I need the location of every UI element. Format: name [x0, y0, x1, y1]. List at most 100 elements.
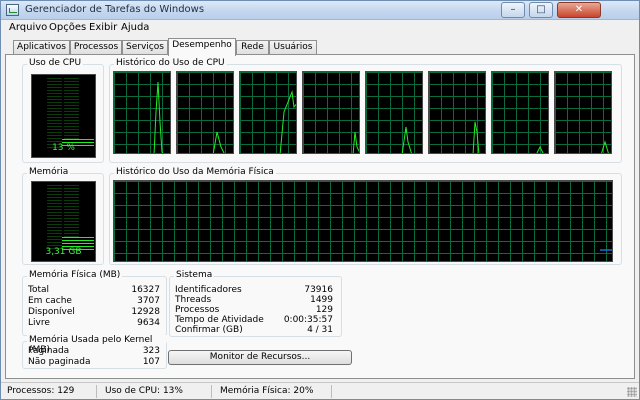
physical-memory-label: Memória Física (MB): [27, 270, 123, 280]
title-bar[interactable]: Gerenciador de Tarefas do Windows – □ ✕: [1, 1, 639, 20]
physical-memory-free-value: 9634: [137, 318, 160, 328]
physical-memory-available-label: Disponível: [28, 307, 75, 317]
tab-servicos[interactable]: Serviços: [122, 40, 168, 55]
cpu-core-graph: [302, 71, 360, 154]
memory-usage-group: Memória 3,31 GB: [22, 167, 104, 265]
cpu-core-plot: [472, 121, 480, 153]
system-handles-value: 73916: [304, 285, 333, 295]
cpu-core-plot: [601, 140, 609, 153]
cpu-core-graph: [554, 71, 612, 154]
cpu-core-graph: [365, 71, 423, 154]
menu-arquivo[interactable]: Arquivo: [9, 22, 47, 33]
cpu-core-trace: [352, 131, 359, 153]
kernel-paged-value: 323: [142, 346, 160, 356]
status-bar: Processos: 129 Uso de CPU: 13% Memória F…: [1, 382, 639, 399]
status-separator: [96, 385, 97, 398]
cpu-core-trace: [536, 145, 544, 153]
cpu-history-label: Histórico do Uso de CPU: [114, 58, 227, 68]
tab-usuarios[interactable]: Usuários: [269, 40, 317, 55]
tab-strip: Aplicativos Processos Serviços Desempenh…: [1, 38, 639, 56]
system-row-processes: Processos 129: [175, 305, 333, 315]
kernel-memory-group: Memória Usada pelo Kernel (MB) Paginada …: [22, 335, 167, 369]
system-threads-label: Threads: [175, 295, 212, 305]
cpu-core-trace: [153, 81, 164, 153]
physical-memory-row-cache: Em cache 3707: [28, 296, 160, 306]
menu-exibir[interactable]: Exibir: [89, 22, 117, 33]
cpu-core-trace: [472, 121, 480, 153]
physical-memory-row-available: Disponível 12928: [28, 307, 160, 317]
physical-memory-total-value: 16327: [131, 285, 160, 295]
cpu-core-graph: [491, 71, 549, 154]
cpu-history-group: Histórico do Uso de CPU: [109, 58, 622, 163]
status-cpu: Uso de CPU: 13%: [105, 386, 183, 396]
system-commit-value: 4 / 31: [307, 325, 333, 335]
close-button[interactable]: ✕: [557, 2, 601, 18]
system-row-threads: Threads 1499: [175, 295, 333, 305]
system-commit-label: Confirmar (GB): [175, 325, 243, 335]
cpu-core-plot: [352, 131, 359, 153]
system-handles-label: Identificadores: [175, 285, 242, 295]
performance-panel: Uso de CPU 13 % Histórico do Uso de CPU …: [5, 54, 635, 379]
status-separator: [211, 385, 212, 398]
tab-processos[interactable]: Processos: [70, 40, 122, 55]
system-row-commit: Confirmar (GB) 4 / 31: [175, 325, 333, 335]
tab-desempenho[interactable]: Desempenho: [168, 38, 236, 56]
kernel-nonpaged-value: 107: [142, 357, 160, 367]
system-group: Sistema Identificadores 73916 Threads 14…: [169, 270, 342, 337]
tab-rede[interactable]: Rede: [236, 40, 269, 55]
kernel-paged-label: Paginada: [28, 346, 70, 356]
window-title: Gerenciador de Tarefas do Windows: [25, 4, 205, 15]
cpu-usage-group: Uso de CPU 13 %: [22, 58, 104, 163]
cpu-core-trace: [279, 90, 296, 153]
maximize-button[interactable]: □: [529, 2, 553, 18]
system-label: Sistema: [174, 270, 215, 280]
cpu-core-trace: [212, 131, 225, 153]
minimize-button[interactable]: –: [501, 2, 525, 18]
menu-ajuda[interactable]: Ajuda: [121, 22, 149, 33]
system-processes-value: 129: [315, 305, 333, 315]
cpu-core-graph: [428, 71, 486, 154]
memory-history-label: Histórico do Uso da Memória Física: [114, 167, 276, 177]
system-threads-value: 1499: [310, 295, 333, 305]
physical-memory-cache-label: Em cache: [28, 296, 72, 306]
cpu-gauge-bars: [47, 78, 94, 148]
status-memory: Memória Física: 20%: [220, 386, 314, 396]
cpu-core-plot: [536, 145, 544, 153]
system-row-handles: Identificadores 73916: [175, 285, 333, 295]
physical-memory-total-label: Total: [28, 285, 50, 295]
menu-opcoes[interactable]: Opções: [49, 22, 86, 33]
resize-grip-icon[interactable]: [627, 387, 637, 397]
cpu-core-trace: [401, 126, 412, 153]
memory-history-graph: [113, 180, 613, 262]
task-manager-window: Gerenciador de Tarefas do Windows – □ ✕ …: [0, 0, 640, 400]
cpu-core-graph: [113, 71, 171, 154]
physical-memory-cache-value: 3707: [137, 296, 160, 306]
cpu-usage-value: 13 %: [52, 143, 75, 153]
memory-history-plot: [600, 249, 612, 251]
cpu-core-plot: [153, 81, 164, 153]
cpu-usage-label: Uso de CPU: [27, 58, 84, 68]
kernel-memory-row-nonpaged: Não paginada 107: [28, 357, 160, 367]
cpu-gauge: 13 %: [31, 74, 96, 158]
system-uptime-value: 0:00:35:57: [283, 315, 333, 325]
cpu-core-graph: [176, 71, 234, 154]
tab-aplicativos[interactable]: Aplicativos: [13, 40, 70, 55]
kernel-nonpaged-label: Não paginada: [28, 357, 91, 367]
resource-monitor-button[interactable]: Monitor de Recursos...: [168, 350, 352, 365]
cpu-core-plot: [279, 90, 296, 153]
memory-gauge-bars: [47, 185, 94, 250]
physical-memory-row-total: Total 16327: [28, 285, 160, 295]
memory-usage-value: 3,31 GB: [45, 247, 82, 257]
physical-memory-free-label: Livre: [28, 318, 50, 328]
memory-history-group: Histórico do Uso da Memória Física: [109, 167, 622, 265]
system-row-uptime: Tempo de Atividade 0:00:35:57: [175, 315, 333, 325]
physical-memory-row-free: Livre 9634: [28, 318, 160, 328]
cpu-core-graph: [239, 71, 297, 154]
system-processes-label: Processos: [175, 305, 220, 315]
menu-bar: Arquivo Opções Exibir Ajuda: [1, 20, 639, 36]
physical-memory-available-value: 12928: [131, 307, 160, 317]
physical-memory-group: Memória Física (MB) Total 16327 Em cache…: [22, 270, 167, 336]
memory-label: Memória: [27, 167, 71, 177]
status-processes: Processos: 129: [7, 386, 75, 396]
system-uptime-label: Tempo de Atividade: [175, 315, 264, 325]
